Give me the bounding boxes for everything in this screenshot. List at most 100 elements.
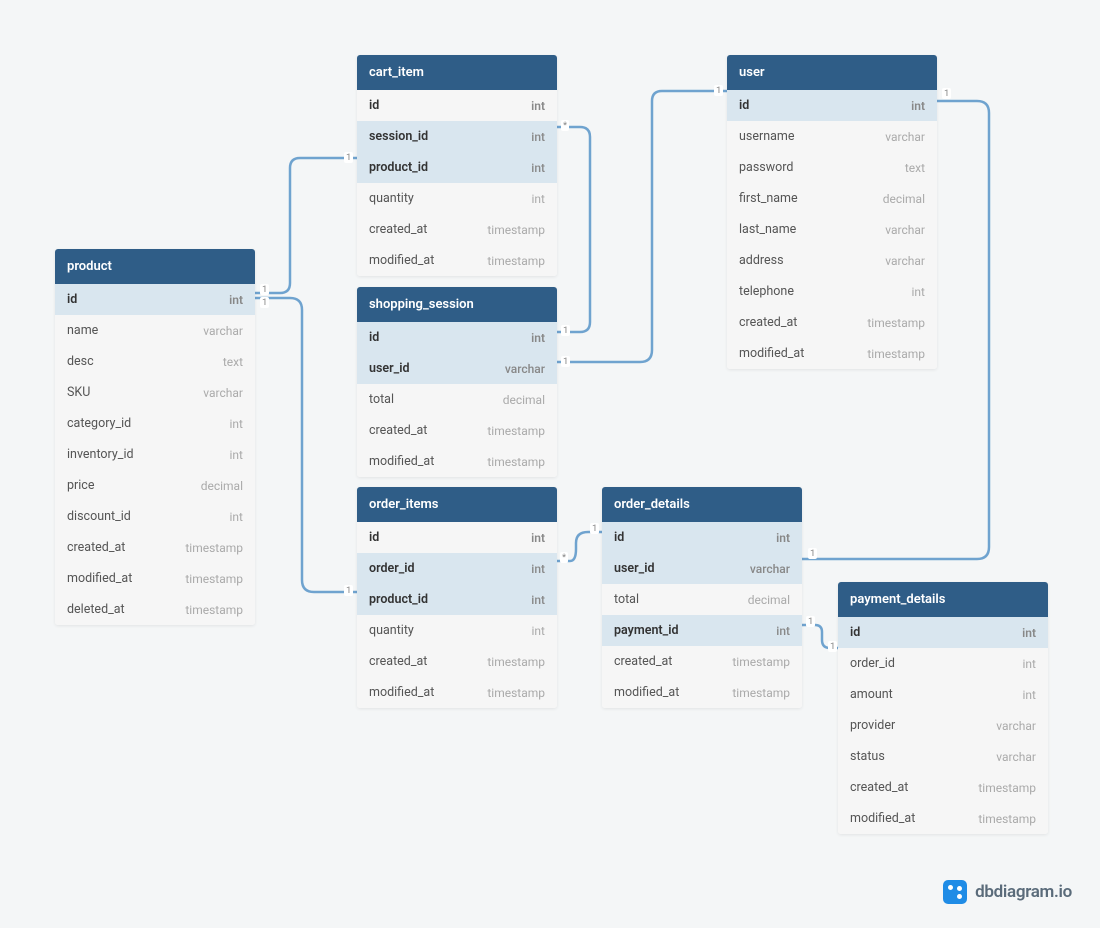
cardinality-label: 1: [714, 85, 723, 96]
column-name: order_id: [369, 561, 415, 576]
entity-user[interactable]: useridintusernamevarcharpasswordtextfirs…: [727, 55, 937, 369]
column-name: user_id: [369, 361, 410, 376]
column-row[interactable]: order_id int: [838, 648, 1048, 679]
column-row[interactable]: idint: [727, 90, 937, 121]
column-row[interactable]: modified_attimestamp: [727, 338, 937, 369]
column-row[interactable]: modified_attimestamp: [838, 803, 1048, 834]
column-type: int: [532, 624, 545, 638]
entity-header[interactable]: order_details: [602, 487, 802, 522]
column-row[interactable]: providervarchar: [838, 710, 1048, 741]
column-row[interactable]: created_attimestamp: [727, 307, 937, 338]
column-type: timestamp: [867, 347, 925, 361]
entity-shopping_session[interactable]: shopping_sessionidintuser_idvarchartotal…: [357, 287, 557, 477]
cardinality-label: 1: [808, 548, 817, 559]
cardinality-label: 1: [260, 284, 269, 295]
column-name: desc: [67, 354, 94, 369]
column-type: timestamp: [978, 781, 1036, 795]
column-name: discount_id: [67, 509, 131, 524]
entity-header[interactable]: product: [55, 249, 255, 284]
column-row[interactable]: order_idint: [357, 553, 557, 584]
column-type: int: [531, 531, 545, 545]
column-row[interactable]: modified_attimestamp: [602, 677, 802, 708]
column-name: created_at: [739, 315, 797, 330]
column-row[interactable]: modified_attimestamp: [357, 245, 557, 276]
column-row[interactable]: user_idvarchar: [357, 353, 557, 384]
column-row[interactable]: pricedecimal: [55, 470, 255, 501]
column-row[interactable]: created_at timestamp: [55, 532, 255, 563]
column-name: order_id: [850, 656, 895, 671]
column-type: timestamp: [487, 455, 545, 469]
cardinality-label: *: [560, 552, 568, 563]
column-row[interactable]: SKUvarchar: [55, 377, 255, 408]
column-row[interactable]: payment_idint: [602, 615, 802, 646]
column-row[interactable]: desctext: [55, 346, 255, 377]
column-row[interactable]: created_attimestamp: [602, 646, 802, 677]
column-name: total: [614, 592, 639, 607]
column-row[interactable]: quantity int: [357, 615, 557, 646]
cardinality-label: 1: [590, 523, 599, 534]
column-type: int: [911, 99, 925, 113]
column-row[interactable]: idint: [602, 522, 802, 553]
column-row[interactable]: modified_attimestamp: [55, 563, 255, 594]
column-row[interactable]: idint: [357, 90, 557, 121]
column-row[interactable]: totaldecimal: [602, 584, 802, 615]
column-name: created_at: [850, 780, 908, 795]
column-type: timestamp: [185, 541, 243, 555]
column-type: int: [230, 448, 243, 462]
column-row[interactable]: created_attimestamp: [357, 646, 557, 677]
entity-header[interactable]: order_items: [357, 487, 557, 522]
column-row[interactable]: idint: [357, 322, 557, 353]
column-type: int: [531, 161, 545, 175]
column-name: status: [850, 749, 885, 764]
column-name: quantity: [369, 623, 414, 638]
entity-header[interactable]: shopping_session: [357, 287, 557, 322]
column-row[interactable]: created_at timestamp: [838, 772, 1048, 803]
column-type: int: [1022, 626, 1036, 640]
column-row[interactable]: created_attimestamp: [357, 214, 557, 245]
entity-header[interactable]: cart_item: [357, 55, 557, 90]
column-row[interactable]: quantityint: [357, 183, 557, 214]
column-row[interactable]: user_idvarchar: [602, 553, 802, 584]
column-row[interactable]: product_idint: [357, 584, 557, 615]
column-name: deleted_at: [67, 602, 125, 617]
entity-header[interactable]: payment_details: [838, 582, 1048, 617]
column-row[interactable]: first_namedecimal: [727, 183, 937, 214]
column-row[interactable]: product_idint: [357, 152, 557, 183]
entity-payment_details[interactable]: payment_detailsid int order_id int amountint…: [838, 582, 1048, 834]
entity-order_items[interactable]: order_itemsidintorder_idintproduct_idint…: [357, 487, 557, 708]
column-row[interactable]: passwordtext: [727, 152, 937, 183]
column-row[interactable]: created_attimestamp: [357, 415, 557, 446]
column-row[interactable]: usernamevarchar: [727, 121, 937, 152]
column-row[interactable]: idint: [357, 522, 557, 553]
column-row[interactable]: addressvarchar: [727, 245, 937, 276]
column-row[interactable]: category_idint: [55, 408, 255, 439]
column-row[interactable]: inventory_idint: [55, 439, 255, 470]
column-row[interactable]: modified_attimestamp: [357, 446, 557, 477]
column-type: int: [1023, 657, 1036, 671]
column-row[interactable]: last_namevarchar: [727, 214, 937, 245]
cardinality-label: 1: [344, 152, 353, 163]
column-row[interactable]: totaldecimal: [357, 384, 557, 415]
entity-cart_item[interactable]: cart_itemidintsession_idintproduct_idint…: [357, 55, 557, 276]
entity-order_details[interactable]: order_detailsidintuser_idvarchartotaldec…: [602, 487, 802, 708]
column-row[interactable]: idint: [55, 284, 255, 315]
column-row[interactable]: namevarchar: [55, 315, 255, 346]
column-name: id: [850, 625, 860, 640]
column-row[interactable]: discount_idint: [55, 501, 255, 532]
column-row[interactable]: amountint: [838, 679, 1048, 710]
column-name: created_at: [369, 222, 427, 237]
column-type: int: [912, 285, 925, 299]
column-type: int: [776, 531, 790, 545]
column-row[interactable]: id int: [838, 617, 1048, 648]
column-row[interactable]: deleted_attimestamp: [55, 594, 255, 625]
column-name: modified_at: [369, 253, 434, 268]
column-name: created_at: [67, 540, 125, 555]
column-row[interactable]: telephoneint: [727, 276, 937, 307]
entity-header[interactable]: user: [727, 55, 937, 90]
entity-product[interactable]: productidintnamevarchardesctextSKUvarcha…: [55, 249, 255, 625]
column-row[interactable]: statusvarchar: [838, 741, 1048, 772]
column-row[interactable]: session_idint: [357, 121, 557, 152]
column-type: int: [532, 192, 545, 206]
column-row[interactable]: modified_attimestamp: [357, 677, 557, 708]
cardinality-label: 1: [806, 616, 815, 627]
